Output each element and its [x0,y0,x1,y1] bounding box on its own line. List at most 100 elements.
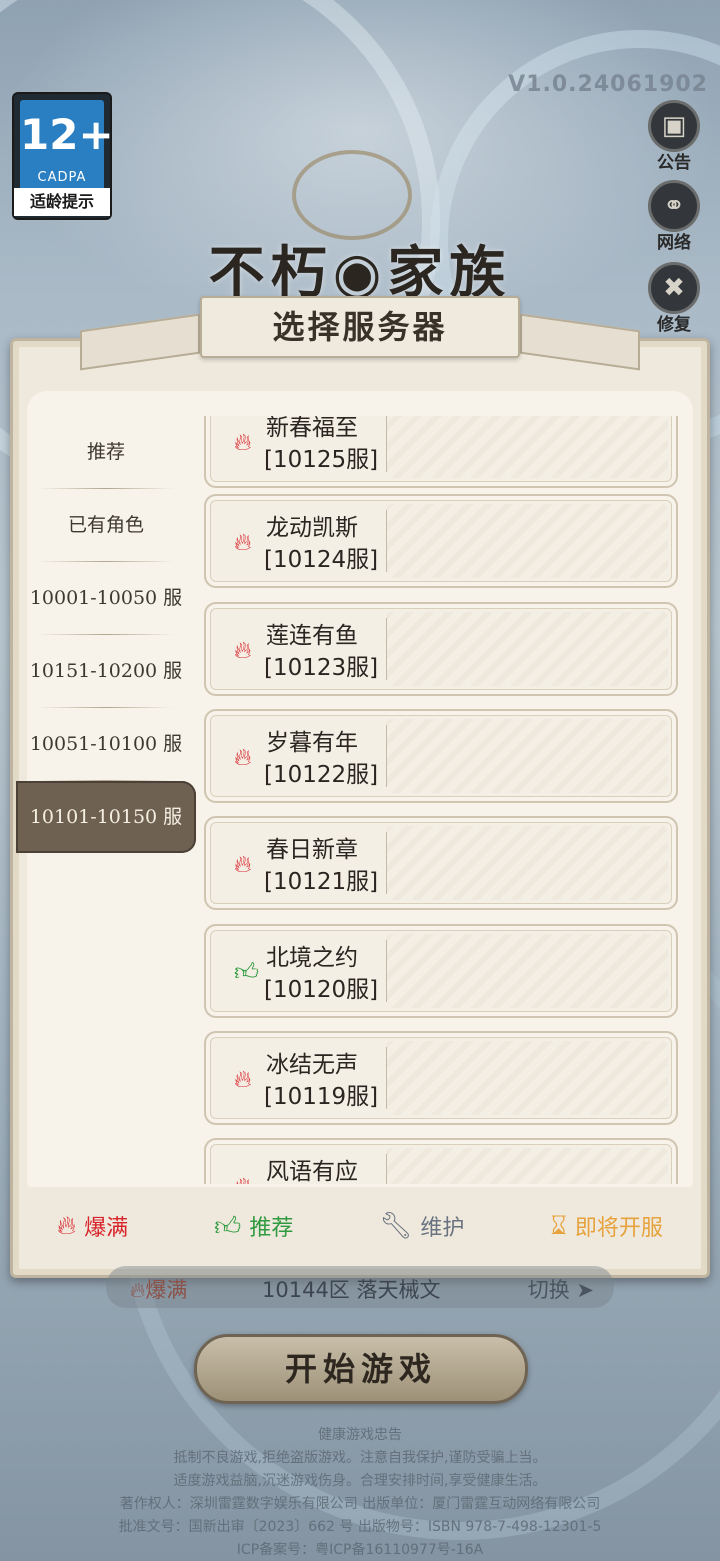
age-rating-org: CADPA [37,170,87,185]
server-item[interactable]: 🔥︎ 冰结无声 [10119服] [204,1031,678,1125]
server-item-divider [386,940,387,1002]
legend-full-label: 爆满 [84,1216,129,1241]
switch-server-button[interactable]: 切换 ➤ [528,1274,594,1304]
hourglass-icon: ⌛︎ [550,1210,567,1241]
server-item-divider [386,1047,387,1109]
server-category-sidebar: 推荐 已有角色 10001-10050 服 10151-10200 服 1005… [16,416,196,853]
current-status-label: 爆满 [145,1278,188,1302]
server-id: [10121服] [264,869,379,895]
age-rating: 12+ [20,110,114,159]
modal-title: 选择服务器 [200,296,520,358]
legend-opening-soon-label: 即将开服 [574,1216,663,1241]
server-list[interactable]: 🔥︎ 新春福至 [10125服] 🔥︎ 龙动凯斯 [10124服] 🔥︎ 莲连有… [204,416,682,1184]
server-item-pattern [386,612,668,686]
age-rating-panel: 12+ CADPA [20,100,114,190]
fire-icon: 🔥︎ [234,528,252,556]
server-id: [10119服] [264,1084,379,1110]
server-item-pattern [386,1041,668,1115]
version-label: V1.0.24061902 [508,72,708,97]
legend-opening-soon: ⌛︎ 即将开服 [550,1210,662,1242]
server-item-divider [386,832,387,894]
fire-icon: 🔥︎ [57,1210,77,1241]
server-item[interactable]: 🔥︎ 新春福至 [10125服] [204,416,678,488]
repair-button[interactable]: ✖ 修复 [646,262,702,335]
thumbs-up-icon: 👍︎ [234,958,260,986]
globe-icon: ⚭ [648,180,700,232]
current-server-name: 10144区 落天械文 [262,1278,441,1302]
current-server-bar[interactable]: 🔥︎爆满 10144区 落天械文 切换 ➤ [106,1266,614,1308]
server-item-divider [386,416,387,472]
server-name: 岁暮有年 [266,730,358,756]
health-notice-footer: 健康游戏忠告 抵制不良游戏,拒绝盗版游戏。注意自我保护,谨防受骗上当。 适度游戏… [0,1424,720,1561]
server-item-pattern [386,826,668,900]
server-id: [10120服] [264,977,379,1003]
legend-full: 🔥︎ 爆满 [57,1210,128,1242]
server-item-pattern [386,719,668,793]
server-item[interactable]: 🔥︎ 风语有应 [204,1138,678,1184]
server-item-divider [386,1154,387,1184]
notice-button[interactable]: ▣ 公告 [646,100,702,173]
server-item-pattern [386,1148,668,1184]
server-name: 龙动凯斯 [266,515,358,541]
network-label: 网络 [657,233,691,253]
legend-maintenance-label: 维护 [420,1216,465,1241]
repair-icon: ✖ [648,262,700,314]
server-item[interactable]: 🔥︎ 莲连有鱼 [10123服] [204,602,678,696]
current-server-status: 🔥︎爆满 [130,1278,188,1302]
fire-icon: 🔥︎ [234,1065,252,1093]
server-name: 新春福至 [266,416,358,441]
category-10051-10100[interactable]: 10051-10100 服 [16,708,196,781]
category-10101-10150[interactable]: 10101-10150 服 [16,781,196,853]
notice-label: 公告 [657,153,691,173]
legend-recommended-label: 推荐 [249,1216,294,1241]
footer-line: 健康游戏忠告 [318,1427,402,1443]
network-button[interactable]: ⚭ 网络 [646,180,702,253]
server-item[interactable]: 🔥︎ 龙动凯斯 [10124服] [204,494,678,588]
modal-title-ribbon: 选择服务器 [80,296,640,371]
footer-line: 抵制不良游戏,拒绝盗版游戏。注意自我保护,谨防受骗上当。 [173,1450,547,1466]
server-id: [10124服] [264,547,379,573]
logo-emblem [292,150,412,240]
server-id: [10123服] [264,655,379,681]
status-legend: 🔥︎ 爆满 👍︎ 推荐 🔧︎ 维护 ⌛︎ 即将开服 [14,1196,706,1256]
server-item-divider [386,725,387,787]
switch-label: 切换 [527,1278,570,1302]
fire-icon: 🔥︎ [234,743,252,771]
server-item[interactable]: 👍︎ 北境之约 [10120服] [204,924,678,1018]
fire-icon: 🔥︎ [234,428,252,456]
fire-icon: 🔥︎ [234,850,252,878]
footer-line: 批准文号：国新出审〔2023〕662 号 出版物号：ISBN 978-7-498… [118,1519,602,1535]
server-id: [10122服] [264,762,379,788]
fire-icon: 🔥︎ [234,1174,252,1184]
age-rating-tip: 适龄提示 [14,188,110,216]
footer-line: 著作权人：深圳雷霆数字娱乐有限公司 出版单位：厦门雷霆互动网络有限公司 [119,1496,601,1512]
wrench-icon: 🔧︎ [379,1211,413,1241]
server-name: 春日新章 [266,837,358,863]
fire-icon: 🔥︎ [234,636,252,664]
server-item[interactable]: 🔥︎ 春日新章 [10121服] [204,816,678,910]
category-existing-roles[interactable]: 已有角色 [16,489,196,562]
legend-recommended: 👍︎ 推荐 [214,1210,293,1242]
server-item-divider [386,510,387,572]
server-name: 风语有应 [266,1159,358,1184]
notice-icon: ▣ [648,100,700,152]
server-id: [10125服] [264,447,379,473]
category-10001-10050[interactable]: 10001-10050 服 [16,562,196,635]
category-10151-10200[interactable]: 10151-10200 服 [16,635,196,708]
footer-line: 适度游戏益脑,沉迷游戏伤身。合理安排时间,享受健康生活。 [173,1473,547,1489]
server-item[interactable]: 🔥︎ 岁暮有年 [10122服] [204,709,678,803]
server-item-pattern [386,416,668,478]
footer-line: ICP备案号：粤ICP备16110977号-16A [236,1542,484,1558]
server-item-pattern [386,934,668,1008]
age-rating-badge[interactable]: 12+ CADPA 适龄提示 [12,92,114,220]
server-name: 莲连有鱼 [266,623,358,649]
server-item-pattern [386,504,668,578]
thumbs-up-icon: 👍︎ [214,1211,242,1242]
ribbon-tail-left [80,313,200,371]
start-game-button[interactable]: 开始游戏 [194,1334,528,1404]
server-name: 北境之约 [266,945,358,971]
legend-maintenance: 🔧︎ 维护 [379,1210,464,1242]
server-item-divider [386,618,387,680]
chevron-right-icon: ➤ [576,1278,594,1302]
category-recommended[interactable]: 推荐 [16,416,196,489]
